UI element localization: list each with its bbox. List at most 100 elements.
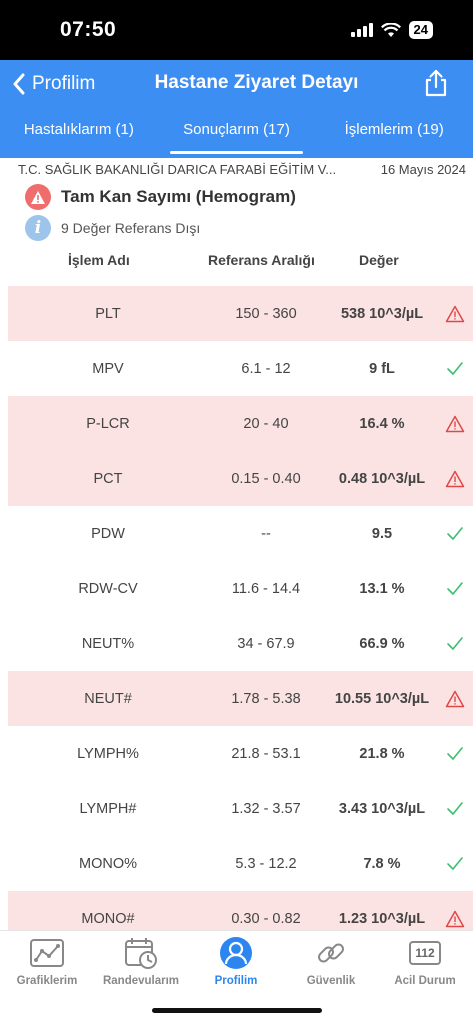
bottom-tab-label: Profilim bbox=[214, 975, 258, 987]
bottom-tab-acil-durum[interactable]: 112 Acil Durum bbox=[378, 935, 472, 987]
test-name-cell: PDW bbox=[91, 525, 125, 542]
table-row[interactable]: MONO% 5.3 - 12.2 7.8 % bbox=[8, 836, 473, 891]
share-icon[interactable] bbox=[421, 68, 451, 98]
warning-icon bbox=[444, 688, 466, 710]
check-icon bbox=[444, 578, 466, 600]
test-name-cell: MPV bbox=[92, 360, 124, 377]
value-cell: 9.5 bbox=[371, 525, 393, 542]
status-time: 07:50 bbox=[60, 18, 117, 41]
column-header-value: Değer bbox=[359, 252, 399, 268]
home-indicator bbox=[152, 1008, 322, 1013]
table-row[interactable]: LYMPH# 1.32 - 3.57 3.43 10^3/µL bbox=[8, 781, 473, 836]
value-cell: 538 10^3/µL bbox=[340, 305, 424, 322]
test-name: Tam Kan Sayımı (Hemogram) bbox=[61, 187, 296, 206]
test-name-cell: P-LCR bbox=[86, 415, 130, 432]
bottom-tab-grafiklerim[interactable]: Grafiklerim bbox=[0, 935, 94, 987]
table-row[interactable]: MPV 6.1 - 12 9 fL bbox=[8, 341, 473, 396]
value-cell: 10.55 10^3/µL bbox=[334, 690, 430, 707]
table-row[interactable]: PLT 150 - 360 538 10^3/µL bbox=[8, 286, 473, 341]
out-of-range-text: 9 Değer Referans Dışı bbox=[61, 220, 201, 236]
emergency-112-text: 112 bbox=[409, 941, 441, 965]
chart-icon bbox=[0, 935, 94, 971]
wifi-icon bbox=[380, 22, 401, 37]
reference-range-cell: 1.32 - 3.57 bbox=[231, 800, 301, 817]
test-name-cell: LYMPH% bbox=[77, 745, 139, 762]
tab-bar: Hastalıklarım (1) Sonuçlarım (17) İşleml… bbox=[0, 118, 473, 158]
info-icon: i bbox=[25, 215, 51, 241]
reference-range-cell: 34 - 67.9 bbox=[237, 635, 295, 652]
table-row[interactable]: NEUT# 1.78 - 5.38 10.55 10^3/µL bbox=[8, 671, 473, 726]
table-row[interactable]: NEUT% 34 - 67.9 66.9 % bbox=[8, 616, 473, 671]
link-icon bbox=[284, 935, 378, 971]
check-icon bbox=[444, 798, 466, 820]
test-name-cell: NEUT# bbox=[84, 690, 132, 707]
value-cell: 66.9 % bbox=[359, 635, 405, 652]
reference-range-cell: 5.3 - 12.2 bbox=[235, 855, 297, 872]
tab-sonuclarim[interactable]: Sonuçlarım (17) bbox=[158, 118, 316, 158]
value-cell: 21.8 % bbox=[359, 745, 405, 762]
reference-range-cell: 0.30 - 0.82 bbox=[231, 910, 301, 927]
warning-icon bbox=[444, 908, 466, 930]
bottom-tab-randevularim[interactable]: Randevularım bbox=[94, 935, 188, 987]
value-cell: 16.4 % bbox=[359, 415, 405, 432]
out-of-range-summary: i 9 Değer Referans Dışı bbox=[25, 215, 200, 241]
page-title: Hastane Ziyaret Detayı bbox=[154, 72, 359, 93]
check-icon bbox=[444, 853, 466, 875]
test-header: Tam Kan Sayımı (Hemogram) bbox=[25, 184, 296, 210]
visit-date: 16 Mayıs 2024 bbox=[380, 162, 466, 177]
value-cell: 3.43 10^3/µL bbox=[338, 800, 426, 817]
warning-icon bbox=[25, 184, 51, 210]
warning-icon bbox=[444, 303, 466, 325]
status-bar: 07:50 24 bbox=[0, 0, 473, 60]
table-row[interactable]: P-LCR 20 - 40 16.4 % bbox=[8, 396, 473, 451]
reference-range-cell: 1.78 - 5.38 bbox=[231, 690, 301, 707]
status-icons: 24 bbox=[350, 21, 433, 39]
test-name-cell: NEUT% bbox=[81, 635, 135, 652]
warning-icon bbox=[444, 468, 466, 490]
bottom-tab-label: Acil Durum bbox=[394, 975, 456, 987]
value-cell: 0.48 10^3/µL bbox=[338, 470, 426, 487]
bottom-tab-guvenlik[interactable]: Güvenlik bbox=[284, 935, 378, 987]
test-name-cell: LYMPH# bbox=[79, 800, 137, 817]
check-icon bbox=[444, 633, 466, 655]
test-name-cell: MONO% bbox=[79, 855, 137, 872]
emergency-112-icon: 112 bbox=[378, 935, 472, 971]
bottom-tab-label: Randevularım bbox=[102, 975, 180, 987]
reference-range-cell: 20 - 40 bbox=[243, 415, 289, 432]
value-cell: 7.8 % bbox=[363, 855, 401, 872]
battery-icon: 24 bbox=[408, 21, 433, 39]
column-header-name: İşlem Adı bbox=[68, 252, 130, 268]
reference-range-cell: 6.1 - 12 bbox=[241, 360, 291, 377]
bottom-tab-label: Güvenlik bbox=[306, 975, 356, 987]
check-icon bbox=[444, 358, 466, 380]
column-header-range: Referans Aralığı bbox=[208, 252, 315, 268]
hospital-name: T.C. SAĞLIK BAKANLIĞI DARICA FARABİ EĞİT… bbox=[18, 162, 337, 177]
value-cell: 1.23 10^3/µL bbox=[338, 910, 426, 927]
reference-range-cell: 0.15 - 0.40 bbox=[231, 470, 301, 487]
warning-icon bbox=[444, 413, 466, 435]
table-row[interactable]: PDW -- 9.5 bbox=[8, 506, 473, 561]
value-cell: 13.1 % bbox=[359, 580, 405, 597]
tab-hastaliklarim[interactable]: Hastalıklarım (1) bbox=[0, 118, 158, 158]
table-row[interactable]: PCT 0.15 - 0.40 0.48 10^3/µL bbox=[8, 451, 473, 506]
tab-islemlerim[interactable]: İşlemlerim (19) bbox=[315, 118, 473, 158]
profile-icon bbox=[189, 935, 283, 971]
reference-range-cell: 11.6 - 14.4 bbox=[231, 580, 301, 597]
table-row[interactable]: LYMPH% 21.8 - 53.1 21.8 % bbox=[8, 726, 473, 781]
reference-range-cell: -- bbox=[261, 525, 271, 542]
calendar-clock-icon bbox=[94, 935, 188, 971]
bottom-tab-profilim[interactable]: Profilim bbox=[189, 935, 283, 987]
cellular-signal-icon bbox=[350, 23, 373, 37]
visit-info: T.C. SAĞLIK BAKANLIĞI DARICA FARABİ EĞİT… bbox=[18, 162, 466, 177]
reference-range-cell: 21.8 - 53.1 bbox=[231, 745, 301, 762]
test-name-cell: PCT bbox=[93, 470, 123, 487]
nav-header: Profilim Hastane Ziyaret Detayı Hastalık… bbox=[0, 60, 473, 158]
table-row[interactable]: RDW-CV 11.6 - 14.4 13.1 % bbox=[8, 561, 473, 616]
test-name-cell: MONO# bbox=[81, 910, 135, 927]
check-icon bbox=[444, 743, 466, 765]
test-name-cell: RDW-CV bbox=[78, 580, 138, 597]
reference-range-cell: 150 - 360 bbox=[235, 305, 297, 322]
value-cell: 9 fL bbox=[369, 360, 395, 377]
check-icon bbox=[444, 523, 466, 545]
bottom-tab-label: Grafiklerim bbox=[16, 975, 78, 987]
